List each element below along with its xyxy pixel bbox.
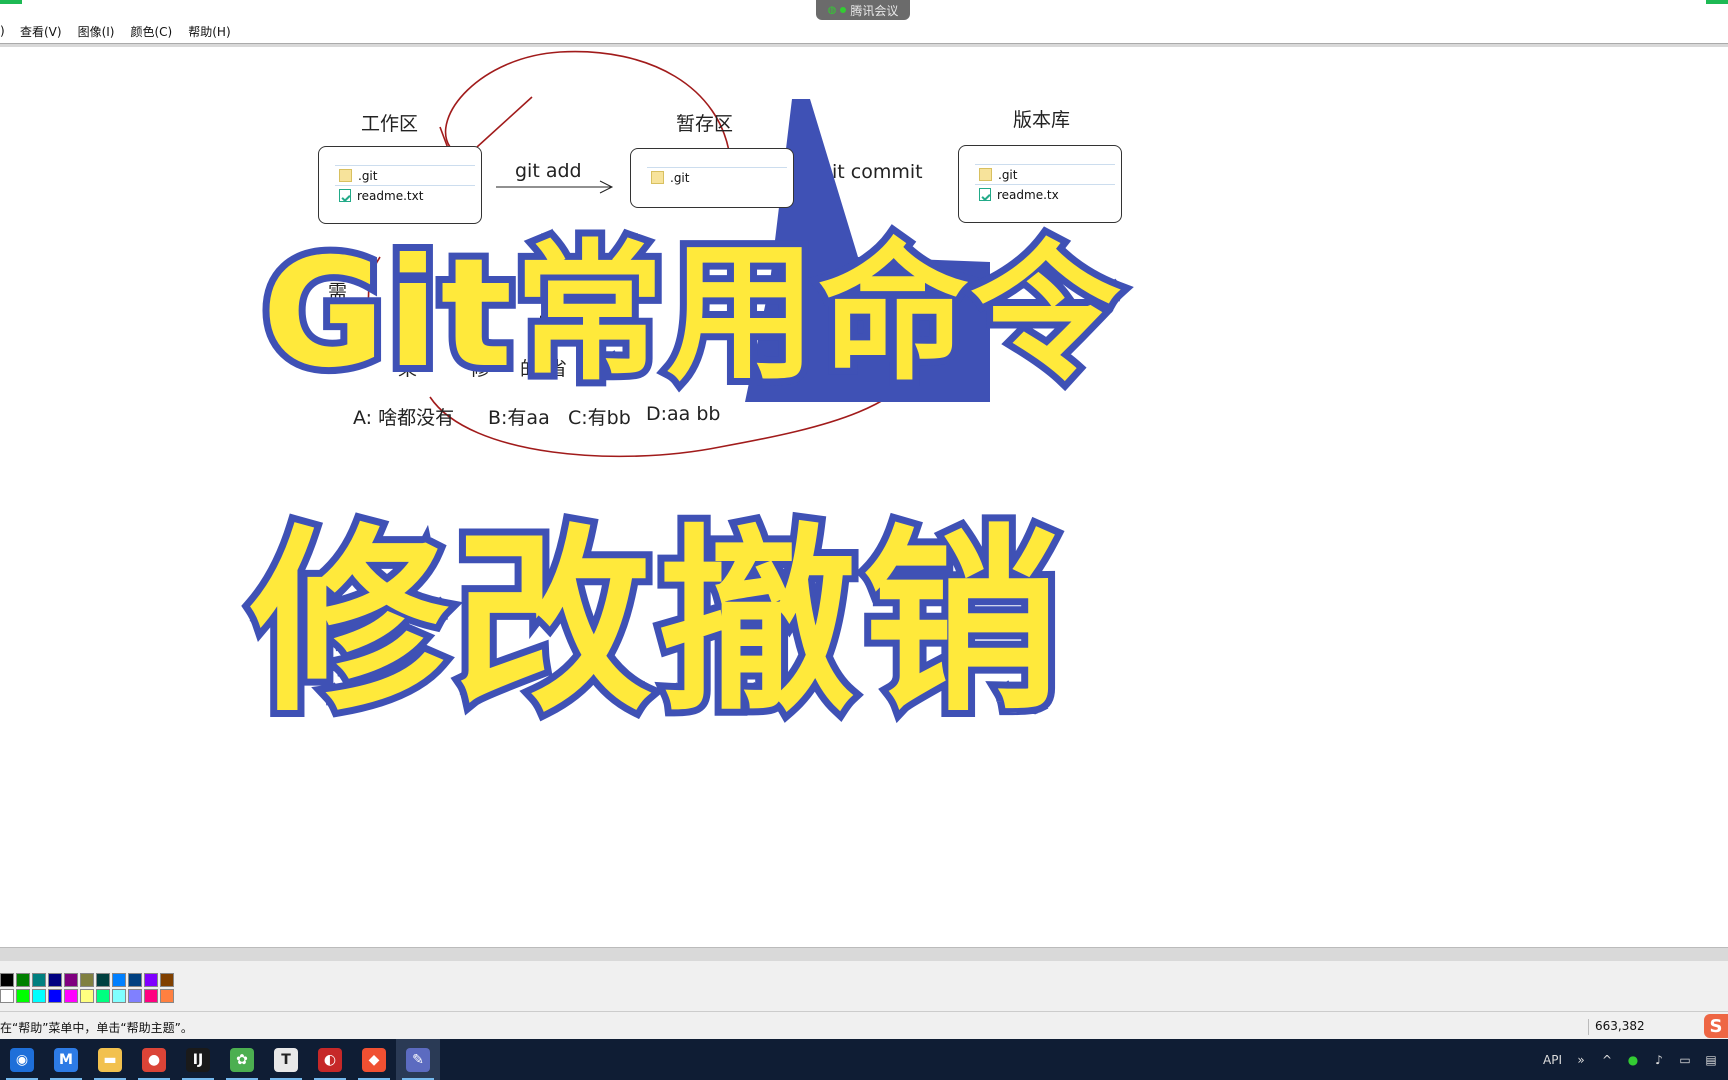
menubar: ) 查看(V) 图像(I) 颜色(C) 帮助(H) — [0, 20, 1728, 42]
zone-staging: 暂存区 — [676, 113, 734, 135]
color-swatch[interactable] — [48, 989, 62, 1003]
overlay-title-line2: 修改撤销 — [243, 500, 1067, 745]
color-swatch[interactable] — [64, 989, 78, 1003]
taskbar-git-gui[interactable]: ◆ — [352, 1039, 396, 1080]
color-swatch[interactable] — [112, 989, 126, 1003]
overlay-title-line1: Git常用命令 — [255, 220, 1127, 408]
taskbar-app-6[interactable]: ✿ — [220, 1039, 264, 1080]
color-swatch[interactable] — [128, 989, 142, 1003]
microphone-icon[interactable]: ♪ — [1652, 1053, 1666, 1067]
taskbar-typora[interactable]: T — [264, 1039, 308, 1080]
chevron-up-icon[interactable]: ^ — [1600, 1053, 1614, 1067]
color-swatch[interactable] — [144, 973, 158, 987]
color-swatch[interactable] — [96, 973, 110, 987]
folder-icon — [651, 171, 664, 184]
git-commit-label: it commit — [832, 161, 923, 183]
app-2-icon: M — [54, 1047, 78, 1072]
meeting-logo-icon: ◍ — [827, 4, 837, 16]
color-swatch[interactable] — [16, 973, 30, 987]
color-swatch[interactable] — [0, 989, 14, 1003]
top-right-indicator — [1706, 0, 1728, 4]
color-palette-bar — [0, 961, 1728, 1011]
status-help-text: 在“帮助”菜单中，单击“帮助主题”。 — [0, 1021, 193, 1035]
network-icon[interactable]: ▤ — [1704, 1053, 1718, 1067]
display-icon[interactable]: ▭ — [1678, 1053, 1692, 1067]
taskbar-file-explorer[interactable]: ▬ — [88, 1039, 132, 1080]
intellij-icon: IJ — [186, 1047, 210, 1072]
cursor-coordinates: 663,382 — [1588, 1019, 1645, 1035]
color-swatch[interactable] — [80, 989, 94, 1003]
zone-repository: 版本库 — [1013, 109, 1071, 131]
file-name: .git — [670, 170, 690, 185]
menu-view[interactable]: 查看(V) — [12, 23, 70, 40]
color-swatch[interactable] — [128, 973, 142, 987]
recording-dot-icon — [840, 7, 847, 13]
file-name: .git — [998, 167, 1018, 182]
app-8-icon: ◐ — [318, 1047, 342, 1072]
color-swatch[interactable] — [96, 989, 110, 1003]
meeting-pill[interactable]: ◍ 腾讯会议 — [816, 0, 910, 20]
color-swatch[interactable] — [160, 973, 174, 987]
app-6-icon: ✿ — [230, 1047, 254, 1072]
meeting-label: 腾讯会议 — [850, 3, 899, 18]
file-row-git[interactable]: .git — [975, 164, 1115, 184]
app-1-icon: ◉ — [10, 1047, 34, 1072]
screen: ◍ 腾讯会议 ) 查看(V) 图像(I) 颜色(C) 帮助(H) 工作区 暂存区… — [0, 0, 1728, 1080]
menu-colors[interactable]: 颜色(C) — [122, 23, 180, 40]
chrome-icon: ● — [142, 1047, 166, 1072]
status-bar: 在“帮助”菜单中，单击“帮助主题”。 663,382 S — [0, 1011, 1728, 1039]
color-swatch[interactable] — [32, 973, 46, 987]
color-swatch[interactable] — [144, 989, 158, 1003]
color-swatch[interactable] — [16, 989, 30, 1003]
horizontal-scrollbar[interactable] — [0, 947, 1728, 961]
taskbar-app-1[interactable]: ◉ — [0, 1039, 44, 1080]
system-tray: API » ^ ● ♪ ▭ ▤ — [1543, 1039, 1728, 1080]
folder-icon — [979, 168, 992, 181]
folder-icon — [339, 169, 352, 182]
file-explorer-icon: ▬ — [98, 1047, 122, 1072]
color-swatch[interactable] — [80, 973, 94, 987]
color-swatch[interactable] — [0, 973, 14, 987]
top-left-indicator — [0, 0, 22, 4]
zone-working: 工作区 — [361, 113, 419, 135]
taskbar-app-8[interactable]: ◐ — [308, 1039, 352, 1080]
typora-icon: T — [274, 1047, 298, 1072]
taskbar-intellij[interactable]: IJ — [176, 1039, 220, 1080]
file-name: .git — [358, 168, 378, 183]
color-swatch[interactable] — [160, 989, 174, 1003]
menu-image[interactable]: 图像(I) — [70, 23, 123, 40]
color-swatch[interactable] — [112, 973, 126, 987]
sogou-ime-icon[interactable]: S — [1704, 1014, 1728, 1038]
paint-icon: ✎ — [406, 1047, 430, 1072]
menu-help[interactable]: 帮助(H) — [180, 23, 238, 40]
color-swatch[interactable] — [48, 973, 62, 987]
taskbar-chrome[interactable]: ● — [132, 1039, 176, 1080]
taskbar: ◉ M ▬ ● IJ ✿ T ◐ ◆ ✎ API » ^ ● ♪ ▭ ▤ — [0, 1039, 1728, 1080]
pen-stroke-top — [444, 50, 731, 158]
color-palette — [0, 973, 174, 1003]
taskbar-app-2[interactable]: M — [44, 1039, 88, 1080]
color-swatch[interactable] — [32, 989, 46, 1003]
taskbar-paint[interactable]: ✎ — [396, 1039, 440, 1080]
git-gui-icon: ◆ — [362, 1047, 386, 1072]
tray-api-label[interactable]: API — [1543, 1053, 1562, 1067]
color-swatch[interactable] — [64, 973, 78, 987]
tray-app-icon[interactable]: ● — [1626, 1053, 1640, 1067]
file-row-git[interactable]: .git — [647, 167, 787, 187]
file-row-git[interactable]: .git — [335, 165, 475, 185]
git-add-label: git add — [515, 160, 582, 182]
menubar-edge: ) — [0, 24, 5, 38]
tray-overflow-icon[interactable]: » — [1574, 1053, 1588, 1067]
